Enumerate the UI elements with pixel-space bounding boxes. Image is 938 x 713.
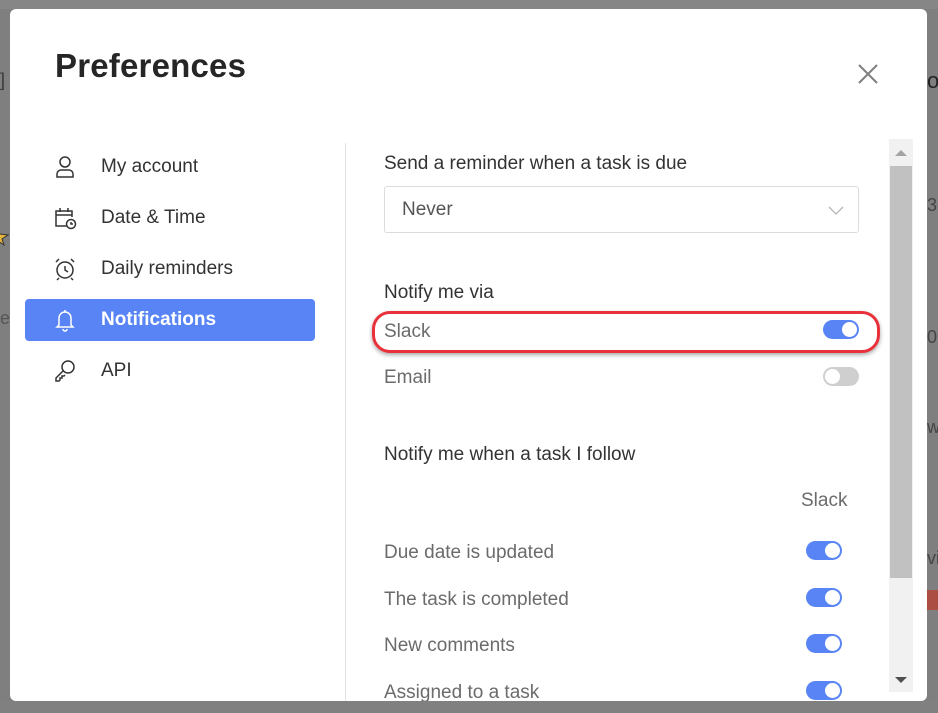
notify-via-heading: Notify me via [384, 282, 494, 303]
sidebar-item-label: API [101, 360, 132, 381]
background-fragment: 0 [927, 327, 938, 347]
new-comments-slack-toggle[interactable] [806, 634, 842, 653]
toggle-knob [825, 543, 840, 558]
panel-divider [345, 143, 346, 701]
sidebar-item-notifications[interactable]: Notifications [25, 299, 315, 341]
toggle-knob [825, 636, 840, 651]
content-scrollbar[interactable] [889, 139, 913, 692]
background-fragment: vi [927, 548, 938, 568]
notifications-panel: Send a reminder when a task is due Never… [372, 9, 880, 701]
toggle-knob [825, 369, 840, 384]
sidebar-item-api[interactable]: API [25, 350, 315, 392]
follow-row-label: The task is completed [384, 589, 569, 610]
sidebar-item-label: Date & Time [101, 207, 206, 228]
key-icon [53, 359, 77, 383]
modal-title: Preferences [55, 47, 247, 84]
star-icon [0, 226, 10, 251]
sidebar-item-date-time[interactable]: Date & Time [25, 197, 315, 239]
sidebar-item-my-account[interactable]: My account [25, 146, 315, 188]
preferences-sidebar: My account Date & Time Daily reminders N… [25, 146, 315, 401]
toggle-knob [842, 322, 857, 337]
toggle-knob [825, 590, 840, 605]
follow-row-label: Due date is updated [384, 542, 555, 563]
sidebar-item-label: Notifications [101, 309, 217, 330]
task-completed-slack-toggle[interactable] [806, 588, 842, 607]
background-fragment: oc [927, 68, 938, 93]
due-date-updated-slack-toggle[interactable] [806, 541, 842, 560]
calendar-clock-icon [53, 206, 77, 230]
channel-slack-label: Slack [384, 321, 431, 342]
scroll-up-button[interactable] [889, 139, 913, 166]
background-fragment: 3 [927, 195, 938, 215]
reminder-select[interactable]: Never [384, 186, 859, 233]
follow-row-label: New comments [384, 635, 515, 656]
scroll-down-button[interactable] [889, 668, 913, 692]
scroll-thumb[interactable] [890, 166, 912, 578]
highlight-annotation [372, 311, 880, 353]
follow-row-label: Assigned to a task [384, 682, 540, 701]
background-fragment: w [927, 417, 938, 437]
slack-column-header: Slack [801, 490, 848, 511]
caret-down-icon [895, 677, 907, 683]
toggle-knob [825, 683, 840, 698]
background-red-fragment [927, 590, 938, 610]
background-app-bottom [0, 701, 938, 713]
assigned-to-task-slack-toggle[interactable] [806, 681, 842, 700]
alarm-clock-icon [53, 257, 77, 281]
background-app [0, 0, 938, 9]
chevron-down-icon [828, 203, 844, 221]
reminder-select-value: Never [402, 199, 453, 220]
email-channel-toggle[interactable] [823, 367, 859, 386]
user-icon [53, 155, 77, 179]
channel-email-label: Email [384, 367, 432, 388]
reminder-label: Send a reminder when a task is due [384, 153, 688, 174]
caret-up-icon [895, 150, 907, 156]
background-fragment: ] [0, 70, 6, 90]
background-fragment: e [0, 308, 11, 328]
sidebar-item-label: Daily reminders [101, 258, 233, 279]
follow-heading: Notify me when a task I follow [384, 444, 636, 465]
sidebar-item-daily-reminders[interactable]: Daily reminders [25, 248, 315, 290]
preferences-modal: Preferences My account Date & Time Daily… [10, 9, 927, 701]
slack-channel-toggle[interactable] [823, 320, 859, 339]
bell-icon [53, 308, 77, 332]
sidebar-item-label: My account [101, 156, 199, 177]
